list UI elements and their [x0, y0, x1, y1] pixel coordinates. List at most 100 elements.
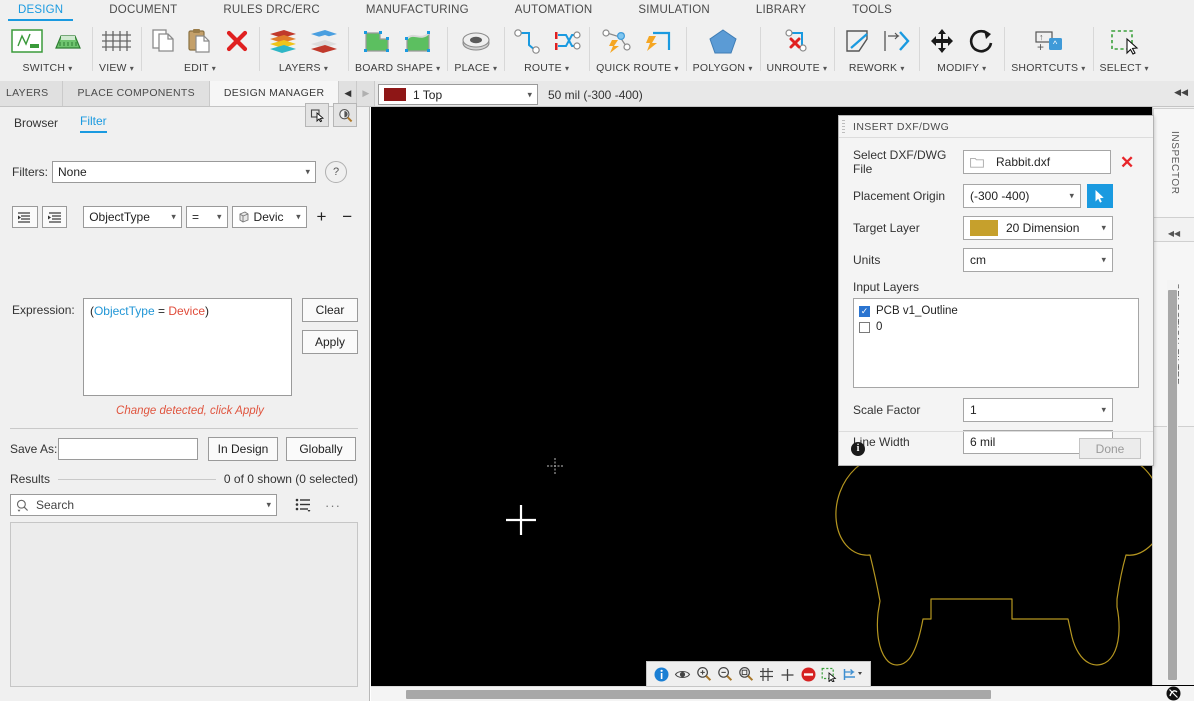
more-dots-icon[interactable]: ··· — [322, 494, 344, 516]
cursor-pick-icon[interactable] — [1087, 184, 1113, 208]
layer-checkbox[interactable]: ✓ — [859, 305, 870, 317]
ribbon-tab-document[interactable]: DOCUMENT — [99, 1, 187, 21]
red-x-icon[interactable]: ✕ — [1120, 154, 1134, 171]
ribbon-group-route[interactable]: ROUTE ▾ — [504, 21, 589, 79]
globally-button[interactable]: Globally — [286, 437, 356, 461]
ribbon-group-edit[interactable]: EDIT ▾ — [140, 21, 259, 79]
shortcuts-icon[interactable]: ↑ + ^ — [1030, 26, 1066, 59]
rework-arrow-icon[interactable] — [880, 26, 912, 59]
chevron-down-icon[interactable]: ▾ — [1145, 64, 1149, 73]
add-rule-button[interactable]: + — [311, 206, 333, 228]
ribbon-group-layers[interactable]: LAYERS ▾ — [258, 21, 348, 79]
expand-all-icon[interactable] — [41, 206, 68, 228]
filters-select[interactable]: None — [52, 161, 316, 183]
panel-splitter[interactable] — [0, 247, 4, 667]
ribbon-tab-simulation[interactable]: SIMULATION — [628, 1, 719, 21]
ribbon-tab-automation[interactable]: AUTOMATION — [505, 1, 603, 21]
ribbon-group-modify[interactable]: MODIFY ▾ — [919, 21, 1004, 79]
rule-property-select[interactable]: ObjectType — [83, 206, 182, 228]
schematic-switch-icon[interactable] — [10, 26, 44, 59]
grid-icon[interactable] — [99, 26, 133, 59]
rework-miter-icon[interactable] — [841, 26, 873, 59]
target-layer-select[interactable]: 20 Dimension — [963, 216, 1113, 240]
units-select[interactable]: cm — [963, 248, 1113, 272]
info-icon[interactable] — [652, 665, 671, 684]
input-layer-item[interactable]: ✓ PCB v1_Outline — [859, 303, 1133, 319]
chevron-down-icon[interactable]: ▾ — [493, 64, 497, 73]
ribbon-tab-design[interactable]: DESIGN — [8, 1, 74, 21]
zoom-in-icon[interactable] — [694, 665, 713, 684]
ribbon-tab-library[interactable]: LIBRARY — [746, 1, 816, 21]
input-layer-item[interactable]: 0 — [859, 319, 1133, 335]
ribbon-group-shortcuts[interactable]: ↑ + ^ SHORTCUTS ▾ — [1004, 21, 1092, 79]
panel-tab-layers[interactable]: LAYERS — [0, 81, 64, 106]
ribbon-group-switch[interactable]: SWITCH ▾ — [0, 21, 92, 79]
canvas-horizontal-scrollbar[interactable] — [371, 686, 1152, 701]
select-area-icon[interactable] — [305, 103, 329, 127]
rotate-icon[interactable] — [965, 26, 997, 59]
list-options-icon[interactable] — [290, 494, 316, 516]
chevron-down-icon[interactable]: ▾ — [436, 64, 440, 73]
ribbon-group-board-shape[interactable]: BOARD SHAPE ▾ — [347, 21, 447, 79]
layers-alt-icon[interactable] — [307, 26, 341, 59]
crosshair-icon[interactable] — [778, 665, 797, 684]
canvas-vertical-scroll-thumb[interactable] — [1168, 290, 1177, 680]
layer-checkbox[interactable] — [859, 321, 870, 333]
apply-button[interactable]: Apply — [302, 330, 358, 354]
ribbon-group-place[interactable]: PLACE ▾ — [447, 21, 504, 79]
route-diff-icon[interactable] — [550, 26, 582, 59]
chevron-down-icon[interactable]: ▾ — [823, 64, 827, 73]
results-list[interactable] — [10, 522, 358, 687]
chevron-down-icon[interactable]: ▾ — [900, 64, 904, 73]
chevron-down-icon[interactable]: ▾ — [982, 64, 986, 73]
panel-tab-next-button[interactable]: ▶ — [357, 81, 376, 106]
chevron-down-icon[interactable]: ▾ — [1081, 64, 1085, 73]
unroute-icon[interactable] — [780, 26, 814, 59]
chevron-down-icon[interactable]: ▾ — [68, 64, 72, 73]
help-icon[interactable]: ? — [325, 161, 347, 183]
tab-browser[interactable]: Browser — [14, 116, 58, 133]
dxf-file-input[interactable]: Rabbit.dxf — [963, 150, 1111, 174]
info-icon[interactable]: i — [851, 441, 865, 456]
route-trace-icon[interactable] — [511, 26, 543, 59]
grid-icon[interactable] — [757, 665, 776, 684]
input-layers-list[interactable]: ✓ PCB v1_Outline 0 — [853, 298, 1139, 388]
ribbon-group-select[interactable]: SELECT ▾ — [1092, 21, 1156, 79]
right-tab-inspector[interactable]: INSPECTOR — [1153, 108, 1194, 218]
eye-visibility-icon[interactable] — [673, 665, 692, 684]
board-switch-icon[interactable] — [51, 26, 85, 59]
quick-route-net-icon[interactable] — [600, 26, 634, 59]
dialog-grip[interactable] — [842, 120, 845, 134]
board-outline-icon[interactable] — [360, 26, 394, 59]
zoom-fit-icon[interactable] — [736, 665, 755, 684]
ribbon-group-view[interactable]: VIEW ▾ — [92, 21, 141, 79]
ribbon-group-quick-route[interactable]: QUICK ROUTE ▾ — [589, 21, 685, 79]
tab-filter[interactable]: Filter — [80, 114, 107, 133]
chevron-down-icon[interactable]: ▾ — [324, 64, 328, 73]
chevron-down-icon[interactable]: ▾ — [748, 64, 752, 73]
canvas-horizontal-scroll-thumb[interactable] — [406, 690, 991, 699]
select-marquee-icon[interactable] — [820, 665, 839, 684]
collapse-right-panel-icon[interactable]: ◀◀ — [1174, 87, 1188, 98]
right-dock-collapse-icon[interactable]: ◀◀ — [1153, 225, 1194, 241]
ribbon-group-unroute[interactable]: UNROUTE ▾ — [759, 21, 835, 79]
measure-icon[interactable] — [841, 665, 865, 684]
clear-button[interactable]: Clear — [302, 298, 358, 322]
ribbon-tab-tools[interactable]: TOOLS — [842, 1, 902, 21]
zoom-search-icon[interactable] — [333, 103, 357, 127]
polygon-icon[interactable] — [706, 26, 740, 59]
place-component-icon[interactable] — [459, 26, 493, 59]
scale-factor-select[interactable]: 1 — [963, 398, 1113, 422]
active-layer-select[interactable]: 1 Top — [378, 84, 538, 105]
no-entry-icon[interactable] — [799, 665, 818, 684]
move-icon[interactable] — [926, 26, 958, 59]
ribbon-group-rework[interactable]: REWORK ▾ — [834, 21, 919, 79]
rule-value-select[interactable]: Devic — [231, 206, 307, 228]
chevron-down-icon[interactable]: ▾ — [565, 64, 569, 73]
copy-icon[interactable] — [148, 26, 178, 59]
done-button[interactable]: Done — [1079, 438, 1141, 459]
ribbon-tab-manufacturing[interactable]: MANUFACTURING — [356, 1, 479, 21]
save-as-input[interactable] — [58, 438, 198, 460]
remove-rule-button[interactable]: − — [336, 206, 358, 228]
ribbon-tab-rules[interactable]: RULES DRC/ERC — [213, 1, 330, 21]
